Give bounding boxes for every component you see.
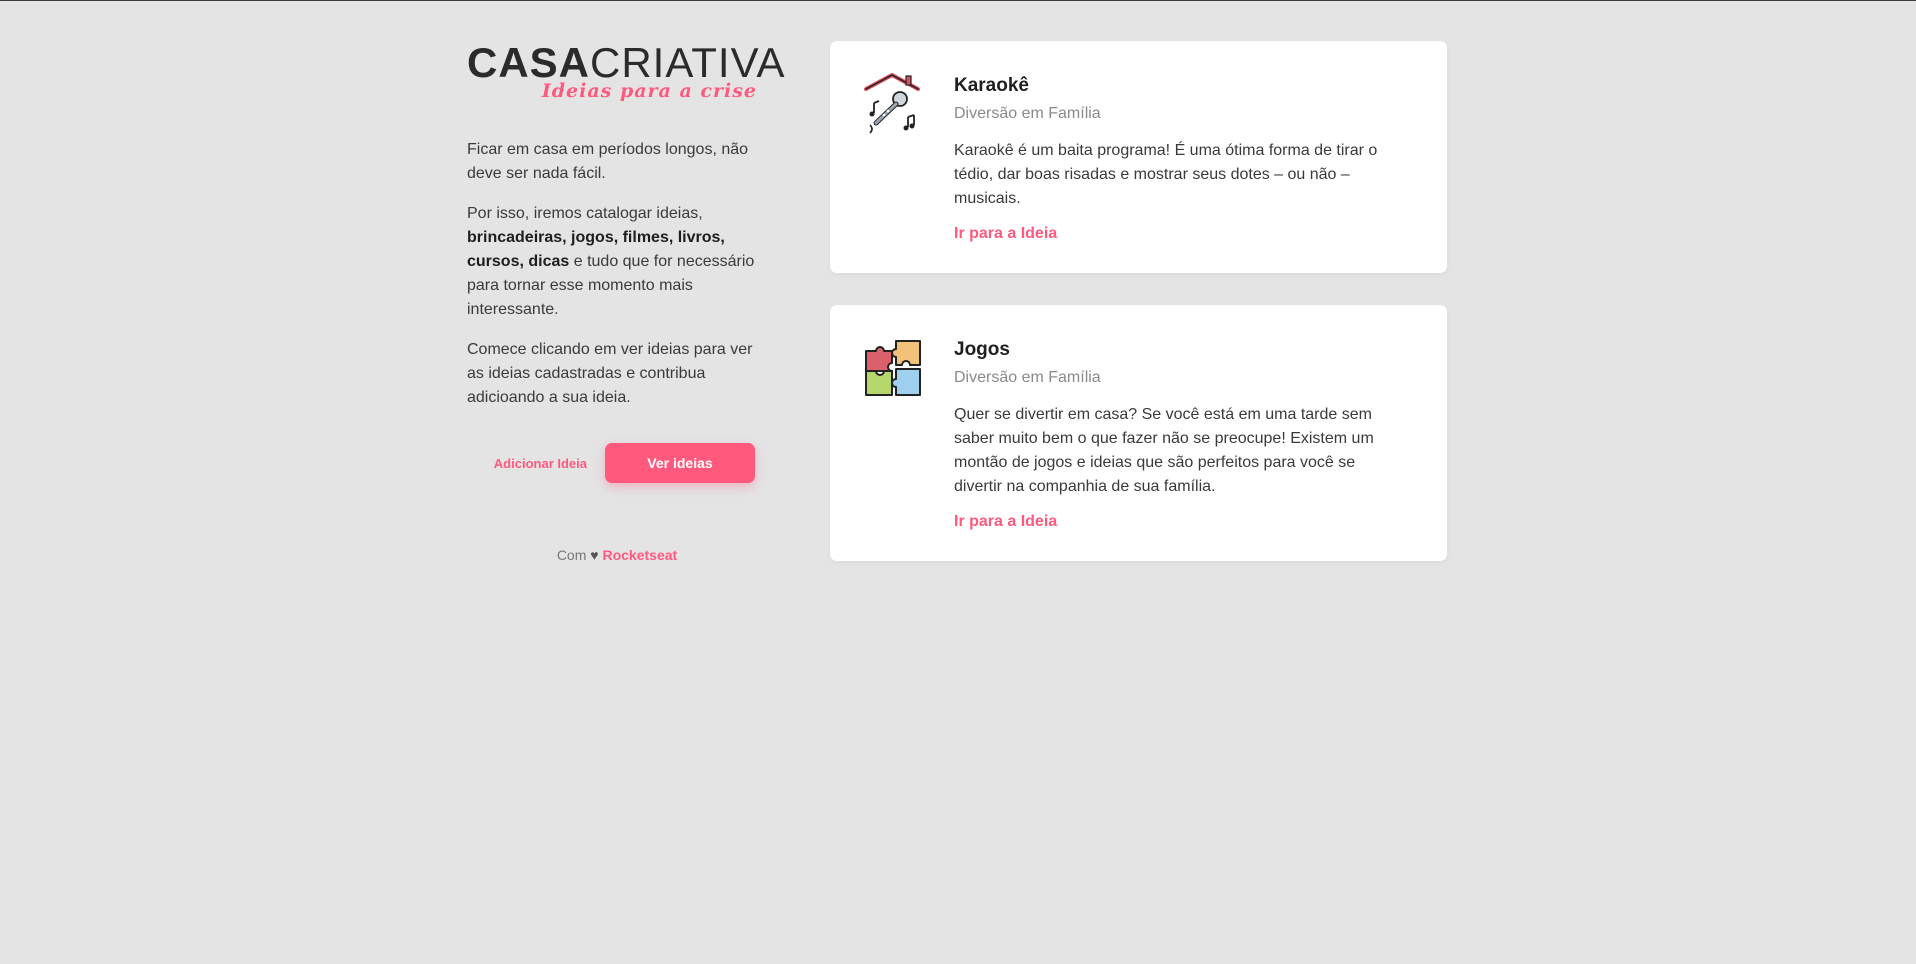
idea-category: Diversão em Família — [954, 105, 1101, 122]
intro-text: Ficar em casa em períodos longos, não de… — [467, 138, 767, 410]
ideas-list: Karaokê Diversão em Família Karaokê é um… — [830, 41, 1447, 593]
logo[interactable]: CASACRIATIVA Ideias para a crise — [467, 39, 784, 103]
idea-title: Jogos — [954, 339, 1010, 360]
idea-card: Karaokê Diversão em Família Karaokê é um… — [830, 41, 1447, 273]
logo-part1: CASA — [467, 39, 591, 86]
intro-paragraph-3: Comece clicando em ver ideias para ver a… — [467, 341, 753, 406]
logo-part2: CRIATIVA — [590, 39, 786, 86]
rocketseat-link[interactable]: Rocketseat — [602, 547, 677, 563]
intro-paragraph-2-start: Por isso, iremos catalogar ideias, — [467, 205, 703, 222]
sidebar-actions: Adicionar Ideia Ver ideias — [467, 443, 755, 483]
add-idea-button[interactable]: Adicionar Ideia — [494, 456, 587, 471]
footer: Com ♥ Rocketseat — [467, 547, 767, 563]
go-to-idea-link[interactable]: Ir para a Ideia — [954, 225, 1057, 243]
footer-prefix: Com — [556, 547, 587, 563]
go-to-idea-link[interactable]: Ir para a Ideia — [954, 513, 1057, 531]
intro-paragraph-2: Por isso, iremos catalogar ideias, brinc… — [467, 202, 767, 322]
view-ideas-button[interactable]: Ver ideias — [605, 443, 755, 483]
top-border — [0, 0, 1916, 1]
idea-card: Jogos Diversão em Família Quer se divert… — [830, 305, 1447, 561]
heart-icon: ♥ — [590, 547, 599, 563]
sidebar: CASACRIATIVA Ideias para a crise Ficar e… — [467, 39, 784, 564]
idea-category: Diversão em Família — [954, 369, 1101, 386]
karaoke-icon — [864, 73, 920, 134]
idea-description: Karaokê é um baita programa! É uma ótima… — [954, 142, 1378, 207]
intro-paragraph-1: Ficar em casa em períodos longos, não de… — [467, 141, 749, 182]
idea-title: Karaokê — [954, 75, 1029, 96]
puzzle-icon — [865, 340, 921, 396]
idea-description: Quer se divertir em casa? Se você está e… — [954, 406, 1374, 495]
